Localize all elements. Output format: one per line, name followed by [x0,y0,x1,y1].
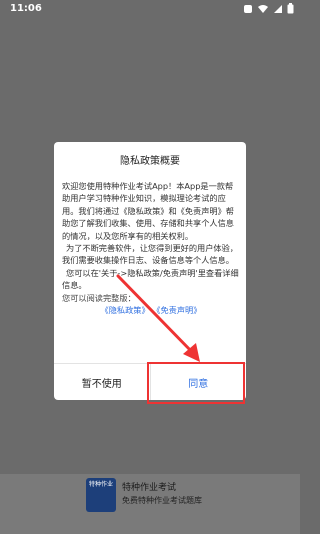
policy-links: 《隐私政策》 《免责声明》 [62,304,240,316]
agree-button[interactable]: 同意 [151,364,247,400]
dialog-title: 隐私政策概要 [120,156,180,167]
app-description: 免费特种作业考试题库 [122,496,202,505]
dialog-paragraph-intro: 欢迎您使用特种作业考试App！本App是一款帮助用户学习特种作业知识，模拟理论考… [62,181,234,241]
app-icon-text: 特种作业 [88,481,113,488]
decline-button[interactable]: 暂不使用 [54,364,151,400]
read-full-label: 您可以阅读完整版： [62,292,136,303]
app-logo-icon: 特种作业 [86,478,116,512]
dialog-paragraph-data: 为了不断完善软件，让您得到更好的用户体验，我们需要收集操作日志、设备信息等个人信… [62,243,238,266]
privacy-policy-link[interactable]: 《隐私政策》 [101,305,150,315]
status-icons [243,3,294,14]
disclaimer-link[interactable]: 《免责声明》 [152,305,201,315]
app-name: 特种作业考试 [122,483,177,493]
status-time: 11:06 [10,3,42,14]
status-bar: 11:06 [0,0,300,18]
dialog-button-row: 暂不使用 同意 [54,363,246,400]
signal-icon [274,4,282,13]
battery-icon [287,3,294,14]
dialog-paragraph-about: 您可以在'关于->隐私政策/免责声明'里查看详细信息。 [62,267,239,291]
wifi-icon [258,4,268,13]
privacy-dialog: 隐私政策概要 欢迎您使用特种作业考试App！本App是一款帮助用户学习特种作业知… [54,142,246,400]
notification-icon [244,4,252,13]
dialog-body[interactable]: 欢迎您使用特种作业考试App！本App是一款帮助用户学习特种作业知识，模拟理论考… [62,180,240,316]
launch-footer: 特种作业 特种作业考试 免费特种作业考试题库 [0,474,300,534]
